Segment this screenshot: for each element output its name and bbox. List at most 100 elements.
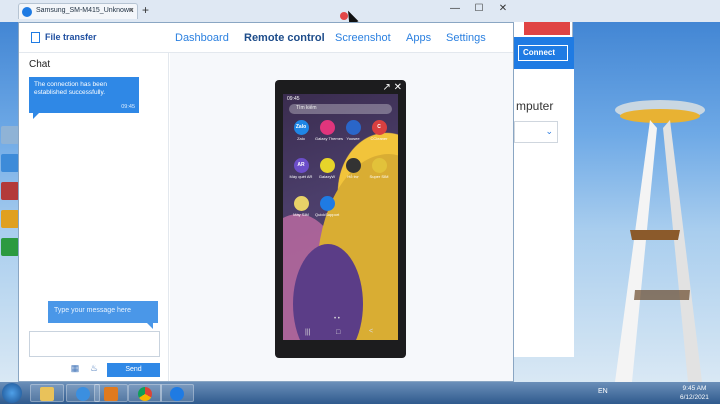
language-indicator[interactable]: EN: [598, 388, 608, 395]
desktop-icons: [0, 120, 20, 266]
recent-apps-icon[interactable]: |||: [305, 329, 310, 336]
quicksupport-icon: [319, 196, 335, 211]
zalo-icon: Zalo: [293, 120, 309, 135]
maximize-button[interactable]: ☐: [468, 2, 490, 16]
app-label: CCleaner: [370, 136, 388, 141]
back-icon[interactable]: <: [369, 328, 373, 335]
clock-time: 9:45 AM: [682, 385, 707, 392]
app-quicksupport[interactable]: QuickSupport: [315, 196, 339, 222]
ar-icon: AR: [293, 158, 309, 173]
send-button[interactable]: Send: [107, 363, 160, 377]
minimize-button[interactable]: —: [444, 2, 466, 16]
media-player-icon: [104, 387, 118, 401]
app-label: Máy quét AR: [289, 174, 313, 179]
taskbar-media[interactable]: [94, 384, 128, 402]
folder-icon: [40, 387, 54, 401]
background-window-body: mputer ⌄: [514, 69, 574, 357]
hint-tooltip-tail: [147, 323, 153, 329]
phone-screen[interactable]: 09:45 Tìm kiếm Zalo Zalo Galaxy Themes Y…: [283, 94, 398, 340]
app-zalo[interactable]: Zalo Zalo: [289, 120, 313, 146]
tab-settings[interactable]: Settings: [446, 32, 486, 44]
sim-card-icon: [293, 196, 309, 211]
page-indicator: • •: [334, 316, 340, 322]
app-label: Super SIM: [369, 174, 389, 179]
sim-icon: [371, 158, 387, 173]
popout-icon[interactable]: ↗: [382, 82, 390, 93]
background-window-heading: mputer: [516, 99, 554, 113]
clock-date: 6/12/2021: [680, 394, 709, 401]
app-label: Hỗ trợ: [347, 174, 359, 179]
file-transfer-icon[interactable]: [31, 32, 40, 43]
app-yoosee[interactable]: Yoosee: [341, 120, 365, 146]
app-header: File transfer Dashboard Remote control S…: [19, 23, 513, 53]
file-transfer-link[interactable]: File transfer: [45, 32, 97, 42]
computer-select[interactable]: ⌄: [514, 121, 558, 143]
clock[interactable]: 9:45 AM 6/12/2021: [680, 384, 709, 402]
browser-tabstrip: Samsung_SM-M415_Unknown × + — ☐ ✕: [0, 0, 720, 26]
phone-toolbar: ↗ ✕: [382, 82, 402, 93]
internet-explorer-icon: [76, 387, 90, 401]
chat-message: The connection has been established succ…: [29, 77, 139, 113]
taskbar-chrome[interactable]: [128, 384, 162, 402]
phone-nav-bar: ||| □ <: [283, 328, 398, 340]
recycle-bin-icon[interactable]: [1, 126, 19, 144]
window-controls: — ☐ ✕: [444, 2, 516, 18]
chat-message-time: 09:45: [121, 104, 135, 110]
connect-label: Connect: [523, 48, 555, 57]
chat-message-text: The connection has been established succ…: [34, 81, 107, 96]
desktop-app-icon[interactable]: [1, 154, 19, 172]
remote-screen-area: ↗ ✕ 09:45 Tìm kiếm Zalo Zalo Galaxy Them…: [170, 53, 513, 381]
taskbar-teamviewer[interactable]: [160, 384, 194, 402]
themes-icon: [319, 120, 335, 135]
app-label: QuickSupport: [315, 212, 340, 217]
phone-search-bar[interactable]: Tìm kiếm: [289, 104, 392, 114]
new-tab-button[interactable]: +: [142, 4, 149, 16]
taskbar-explorer[interactable]: [30, 384, 64, 402]
connect-button[interactable]: Connect: [518, 45, 568, 61]
teamviewer-icon: [170, 387, 184, 401]
browser-tab[interactable]: Samsung_SM-M415_Unknown ×: [18, 3, 138, 19]
teamviewer-logo-icon: [22, 7, 32, 17]
phone-search-placeholder: Tìm kiếm: [296, 105, 317, 111]
close-button[interactable]: ✕: [492, 2, 514, 16]
app-label: Zalo: [297, 136, 305, 141]
app-label: Galaxy Themes: [315, 136, 343, 141]
tab-title: Samsung_SM-M415_Unknown: [36, 7, 133, 14]
start-button[interactable]: [2, 383, 22, 403]
app-galaxy-themes[interactable]: Galaxy Themes: [315, 120, 343, 146]
desktop-app-icon[interactable]: [1, 210, 19, 228]
chrome-icon: [138, 387, 152, 401]
tab-dashboard[interactable]: Dashboard: [175, 32, 229, 44]
chevron-down-icon: ⌄: [545, 126, 553, 136]
tab-screenshot[interactable]: Screenshot: [335, 32, 391, 44]
background-window: Connect mputer ⌄: [513, 16, 574, 357]
taskbar: EN 9:45 AM 6/12/2021: [0, 382, 720, 404]
chat-panel: Chat The connection has been established…: [19, 53, 169, 381]
desktop-app-icon[interactable]: [1, 238, 19, 256]
attachment-icon[interactable]: ▦: [70, 363, 80, 373]
ccleaner-icon: C: [371, 120, 387, 135]
support-icon: [345, 158, 361, 173]
home-icon[interactable]: □: [336, 329, 340, 336]
app-ar-scanner[interactable]: AR Máy quét AR: [289, 158, 313, 184]
app-sim[interactable]: Máy SIM: [289, 196, 313, 222]
app-label: GalaxyW: [318, 174, 336, 179]
app-support[interactable]: Hỗ trợ: [341, 158, 365, 184]
tab-close-icon[interactable]: ×: [129, 5, 134, 15]
chat-bubble-tail: [33, 113, 39, 119]
app-label: Máy SIM: [293, 212, 309, 217]
close-icon[interactable]: ✕: [394, 82, 402, 93]
bell-icon[interactable]: ♨: [89, 363, 99, 373]
galaxyw-icon: [319, 158, 335, 173]
desktop-app-icon[interactable]: [1, 182, 19, 200]
app-ccleaner[interactable]: C CCleaner: [367, 120, 391, 146]
remote-support-window: File transfer Dashboard Remote control S…: [18, 22, 514, 382]
tab-remote-control[interactable]: Remote control: [244, 32, 325, 44]
chat-message-input[interactable]: [29, 331, 160, 357]
app-super-sim[interactable]: Super SIM: [367, 158, 391, 184]
app-label: Yoosee: [346, 136, 360, 141]
app-galaxyw[interactable]: GalaxyW: [315, 158, 339, 184]
message-hint-tooltip: Type your message here: [48, 301, 158, 323]
tab-apps[interactable]: Apps: [406, 32, 431, 44]
chat-title: Chat: [29, 59, 51, 70]
